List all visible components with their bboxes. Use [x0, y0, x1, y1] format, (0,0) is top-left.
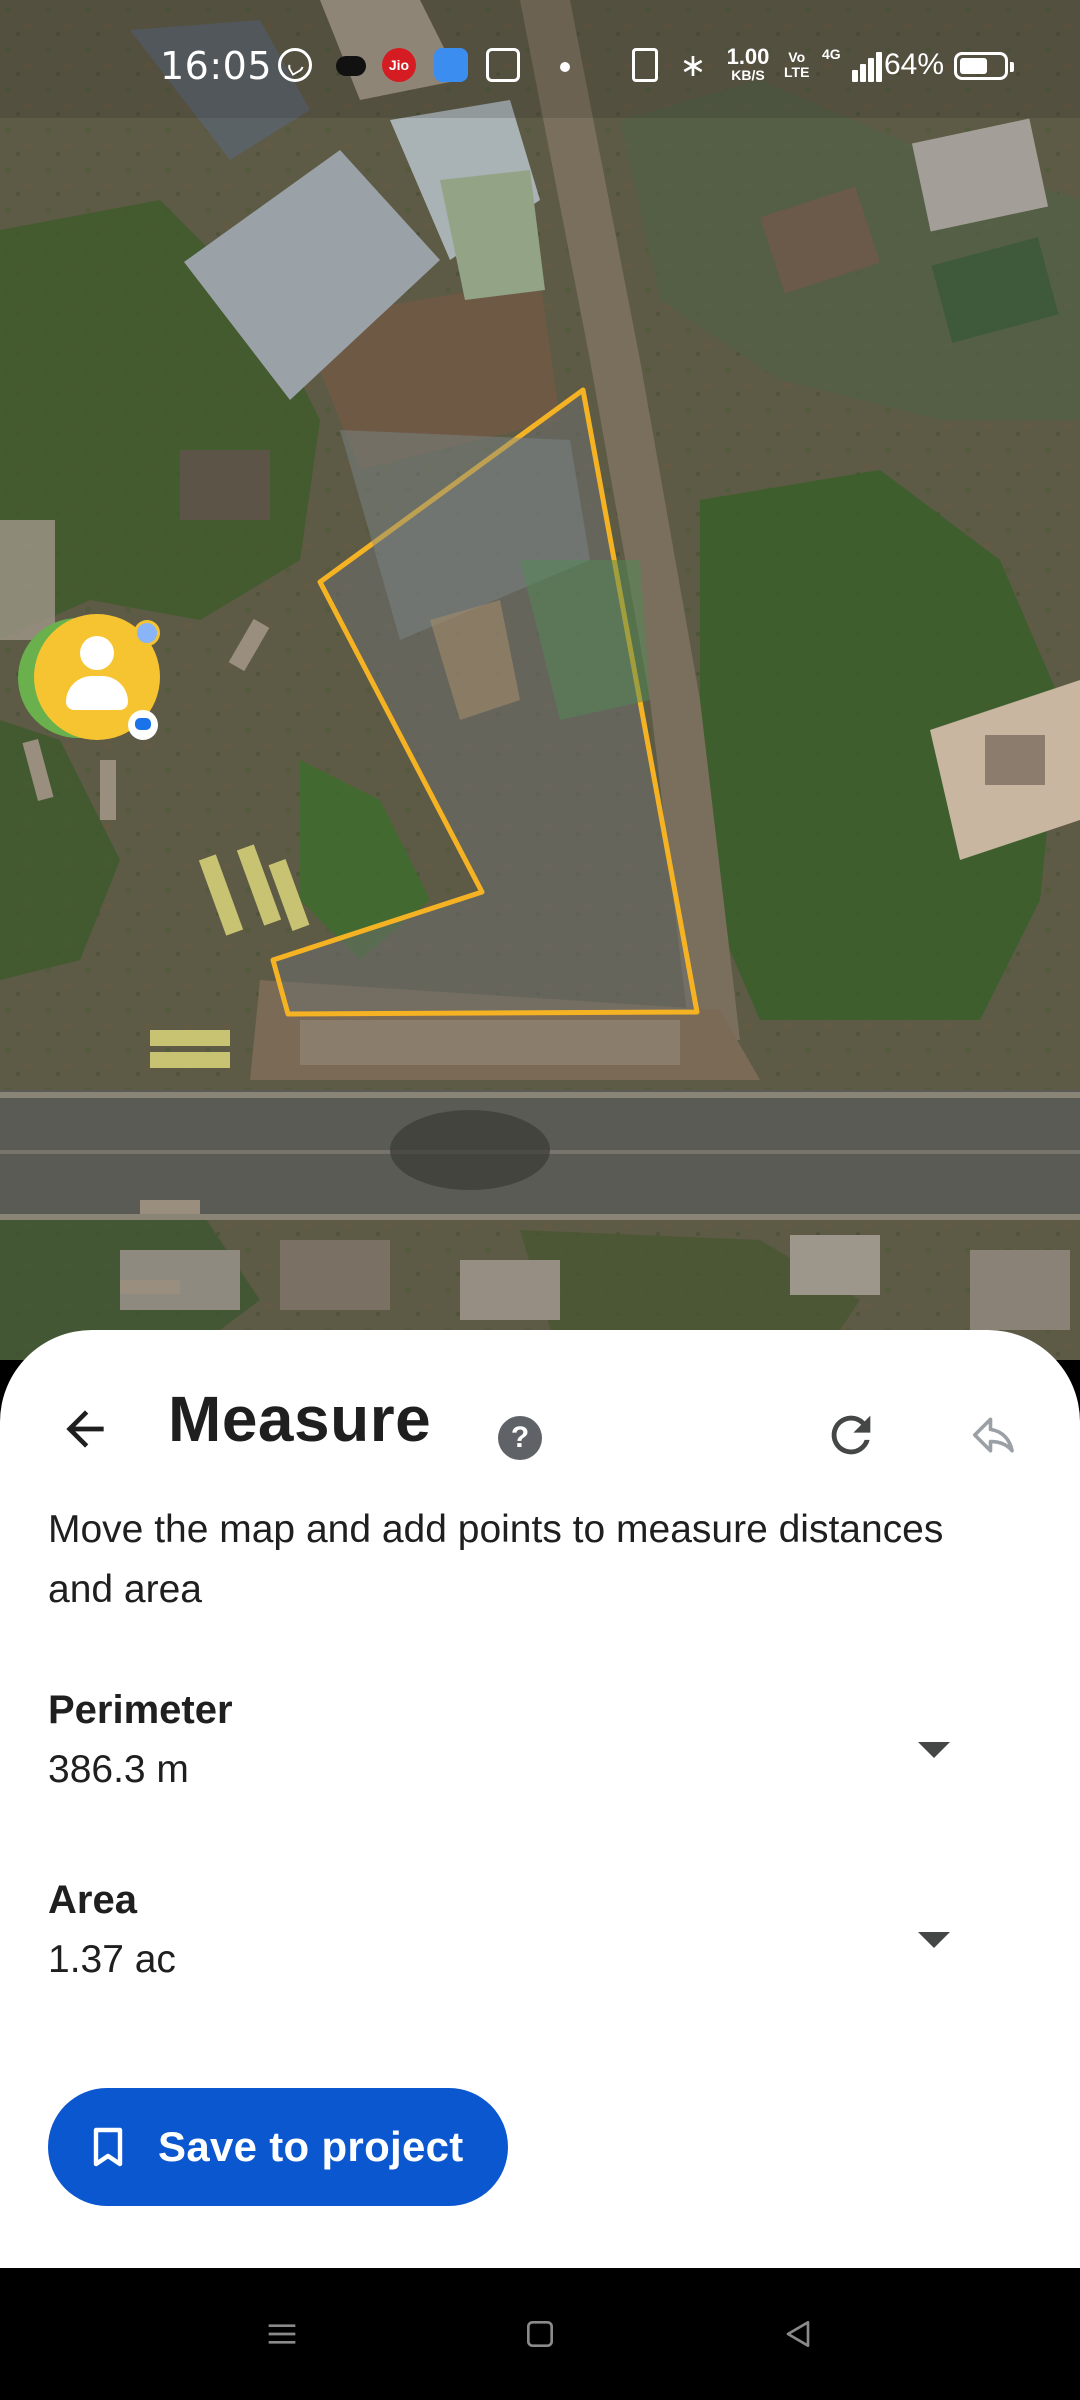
- jio-icon: Jio: [382, 48, 416, 82]
- account-avatar[interactable]: [18, 614, 160, 740]
- status-time: 16:05: [160, 44, 273, 88]
- measure-bottom-sheet: Measure ? Move the map and add points to…: [0, 1330, 1080, 2268]
- system-back-button[interactable]: [768, 2304, 828, 2364]
- status-bar: 16:05 Jio ∗ 1.00 KB/S Vo LTE 4G 64%: [0, 0, 1080, 118]
- map-imagery[interactable]: [0, 0, 1080, 1360]
- whatsapp-icon: [278, 48, 312, 82]
- bluetooth-icon: ∗: [679, 47, 707, 83]
- area-value: 1.37 ac: [48, 1938, 176, 1981]
- area-unit-dropdown[interactable]: [902, 1908, 966, 1972]
- chevron-down-icon: [918, 1742, 950, 1758]
- instructions-text: Move the map and add points to measure d…: [48, 1508, 944, 1611]
- menu-icon: [268, 2324, 296, 2344]
- satellite-map[interactable]: [0, 0, 1080, 1360]
- recent-apps-button[interactable]: [252, 2304, 312, 2364]
- save-button-label: Save to project: [158, 2123, 464, 2170]
- area-row[interactable]: Area 1.37 ac: [48, 1878, 1038, 2008]
- network-speed: 1.00 KB/S: [726, 44, 770, 83]
- app-notification-icon: [434, 48, 468, 82]
- perimeter-row[interactable]: Perimeter 386.3 m: [48, 1688, 1038, 1818]
- battery-percentage: 64%: [884, 48, 945, 81]
- home-square-icon: [527, 2321, 553, 2347]
- chevron-down-icon: [918, 1932, 950, 1948]
- more-notifications-dot-icon: [560, 62, 570, 72]
- help-button[interactable]: ?: [498, 1416, 542, 1460]
- notification-dot-icon: [134, 620, 160, 646]
- calculator-icon: [486, 48, 520, 82]
- perimeter-label: Perimeter: [48, 1688, 233, 1732]
- back-triangle-icon: [786, 2321, 810, 2347]
- back-button[interactable]: [42, 1386, 128, 1472]
- signal-strength-icon: 4G: [822, 46, 886, 82]
- network-type-label: 4G: [822, 46, 841, 62]
- battery-icon: [954, 52, 1014, 80]
- page-title: Measure: [168, 1383, 432, 1455]
- back-arrow-icon: [66, 1410, 104, 1448]
- redo-icon: [831, 1415, 871, 1455]
- perimeter-value: 386.3 m: [48, 1748, 189, 1791]
- vibrate-icon: [632, 48, 658, 82]
- perimeter-unit-dropdown[interactable]: [902, 1718, 966, 1782]
- chat-badge-icon: [128, 710, 158, 740]
- area-label: Area: [48, 1878, 137, 1922]
- volte-icon: Vo LTE: [784, 49, 810, 80]
- home-button[interactable]: [510, 2304, 570, 2364]
- undo-button[interactable]: [960, 1400, 1030, 1470]
- help-circle-icon: ?: [510, 1421, 530, 1454]
- system-navigation-bar: [0, 2268, 1080, 2400]
- notification-pill-icon: [336, 56, 366, 76]
- undo-icon: [972, 1417, 1014, 1453]
- save-to-project-button[interactable]: Save to project: [48, 2088, 508, 2206]
- bookmark-icon: [93, 2127, 123, 2167]
- redo-button[interactable]: [816, 1400, 886, 1470]
